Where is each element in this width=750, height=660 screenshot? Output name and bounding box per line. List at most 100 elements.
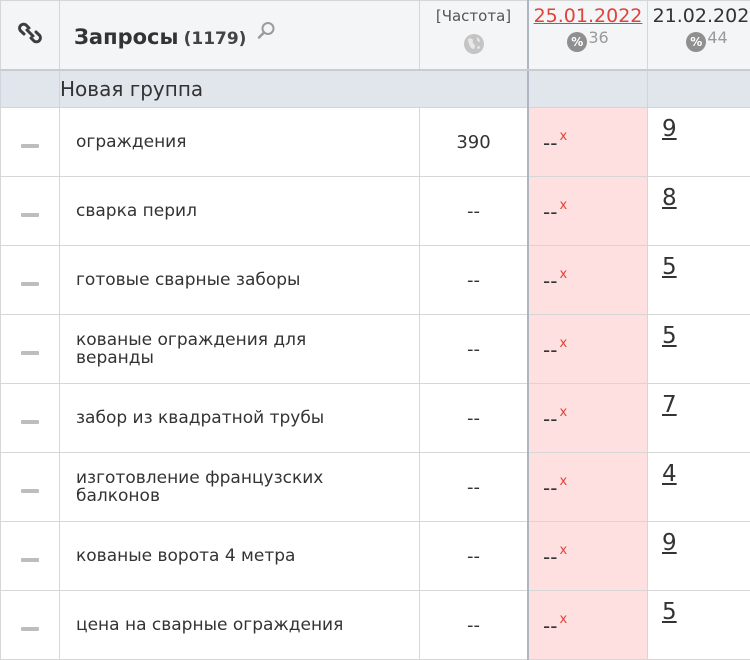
queries-count: (1179) [184,29,247,49]
table-row[interactable]: кованые ограждения для веранды -- --x 5 [1,315,750,384]
frequency-value: -- [420,315,529,384]
frequency-value: -- [420,246,529,315]
minus-icon[interactable] [21,420,39,424]
x-mark: x [559,405,567,420]
table-row[interactable]: забор из квадратной трубы -- --x 7 [1,384,750,453]
position-new-link[interactable]: 4 [662,461,677,487]
position-new-cell: 5 [648,246,750,315]
position-new-link[interactable]: 8 [662,185,677,211]
position-new-link[interactable]: 5 [662,254,677,280]
globe-icon[interactable] [463,33,485,55]
position-old-value: -- [543,476,557,500]
position-old-value: -- [543,200,557,224]
group-spacer [528,70,648,108]
minus-icon[interactable] [21,489,39,493]
position-new-link[interactable]: 7 [662,392,677,418]
table-row[interactable]: цена на сварные ограждения -- --x 5 [1,591,750,660]
queries-title[interactable]: Запросы [74,25,179,49]
percent-block-2: % 44 [686,28,727,52]
table-row[interactable]: кованые ворота 4 метра -- --x 9 [1,522,750,591]
date-link-2[interactable]: 21.02.2022 [648,5,750,27]
position-old-value: -- [543,269,557,293]
x-mark: x [559,129,567,144]
query-text[interactable]: ограждения [60,108,420,177]
position-new-link[interactable]: 9 [662,116,677,142]
frequency-value: -- [420,591,529,660]
query-text[interactable]: сварка перил [60,177,420,246]
position-new-link[interactable]: 5 [662,599,677,625]
position-new-cell: 5 [648,315,750,384]
x-mark: x [559,198,567,213]
date-column-header-1[interactable]: 25.01.2022 % 36 [528,1,648,71]
query-text[interactable]: кованые ограждения для веранды [60,315,420,384]
x-mark: x [559,543,567,558]
frequency-value: -- [420,384,529,453]
table-row[interactable]: ограждения 390 --x 9 [1,108,750,177]
minus-icon[interactable] [21,351,39,355]
table-row[interactable]: сварка перил -- --x 8 [1,177,750,246]
remove-cell[interactable] [1,177,60,246]
position-old-value: -- [543,407,557,431]
percent-icon[interactable]: % [686,32,706,52]
remove-cell[interactable] [1,108,60,177]
link-icon[interactable] [18,20,42,46]
x-mark: x [559,336,567,351]
group-name[interactable]: Новая группа [60,70,529,108]
position-new-link[interactable]: 5 [662,323,677,349]
remove-cell[interactable] [1,384,60,453]
search-icon[interactable] [256,21,276,45]
minus-icon[interactable] [21,213,39,217]
position-old-value: -- [543,614,557,638]
position-new-cell: 4 [648,453,750,522]
position-old-cell: --x [528,384,648,453]
remove-cell[interactable] [1,591,60,660]
query-column-header[interactable]: Запросы (1179) [60,1,420,71]
group-row[interactable]: Новая группа [1,70,750,108]
x-mark: x [559,474,567,489]
frequency-column-header[interactable]: [Частота] [420,1,529,71]
table-row[interactable]: готовые сварные заборы -- --x 5 [1,246,750,315]
query-text[interactable]: забор из квадратной трубы [60,384,420,453]
position-old-value: -- [543,131,557,155]
position-new-link[interactable]: 9 [662,530,677,556]
x-mark: x [559,267,567,282]
group-spacer [648,70,750,108]
position-new-cell: 7 [648,384,750,453]
query-text[interactable]: изготовление французских балконов [60,453,420,522]
minus-icon[interactable] [21,558,39,562]
position-old-cell: --x [528,177,648,246]
frequency-value: 390 [420,108,529,177]
position-old-value: -- [543,545,557,569]
remove-cell[interactable] [1,315,60,384]
position-old-cell: --x [528,591,648,660]
frequency-value: -- [420,522,529,591]
frequency-value: -- [420,177,529,246]
date-column-header-2[interactable]: 21.02.2022 % 44 [648,1,750,71]
percent-value-2: 44 [707,28,727,47]
date-link-1[interactable]: 25.01.2022 [529,5,647,27]
position-old-cell: --x [528,315,648,384]
position-old-value: -- [543,338,557,362]
position-new-cell: 9 [648,108,750,177]
position-old-cell: --x [528,108,648,177]
queries-table: Запросы (1179) [Частота] [0,0,750,660]
remove-cell[interactable] [1,246,60,315]
position-new-cell: 5 [648,591,750,660]
remove-cell[interactable] [1,522,60,591]
percent-value-1: 36 [588,28,608,47]
query-text[interactable]: цена на сварные ограждения [60,591,420,660]
position-old-cell: --x [528,522,648,591]
percent-icon[interactable]: % [567,32,587,52]
query-text[interactable]: готовые сварные заборы [60,246,420,315]
minus-icon[interactable] [21,627,39,631]
table-row[interactable]: изготовление французских балконов -- --x… [1,453,750,522]
position-new-cell: 9 [648,522,750,591]
x-mark: x [559,612,567,627]
minus-icon[interactable] [21,144,39,148]
frequency-label[interactable]: [Частота] [420,7,527,25]
query-text[interactable]: кованые ворота 4 метра [60,522,420,591]
remove-cell[interactable] [1,453,60,522]
table-header: Запросы (1179) [Частота] [1,1,750,71]
minus-icon[interactable] [21,282,39,286]
link-column-header[interactable] [1,1,60,71]
